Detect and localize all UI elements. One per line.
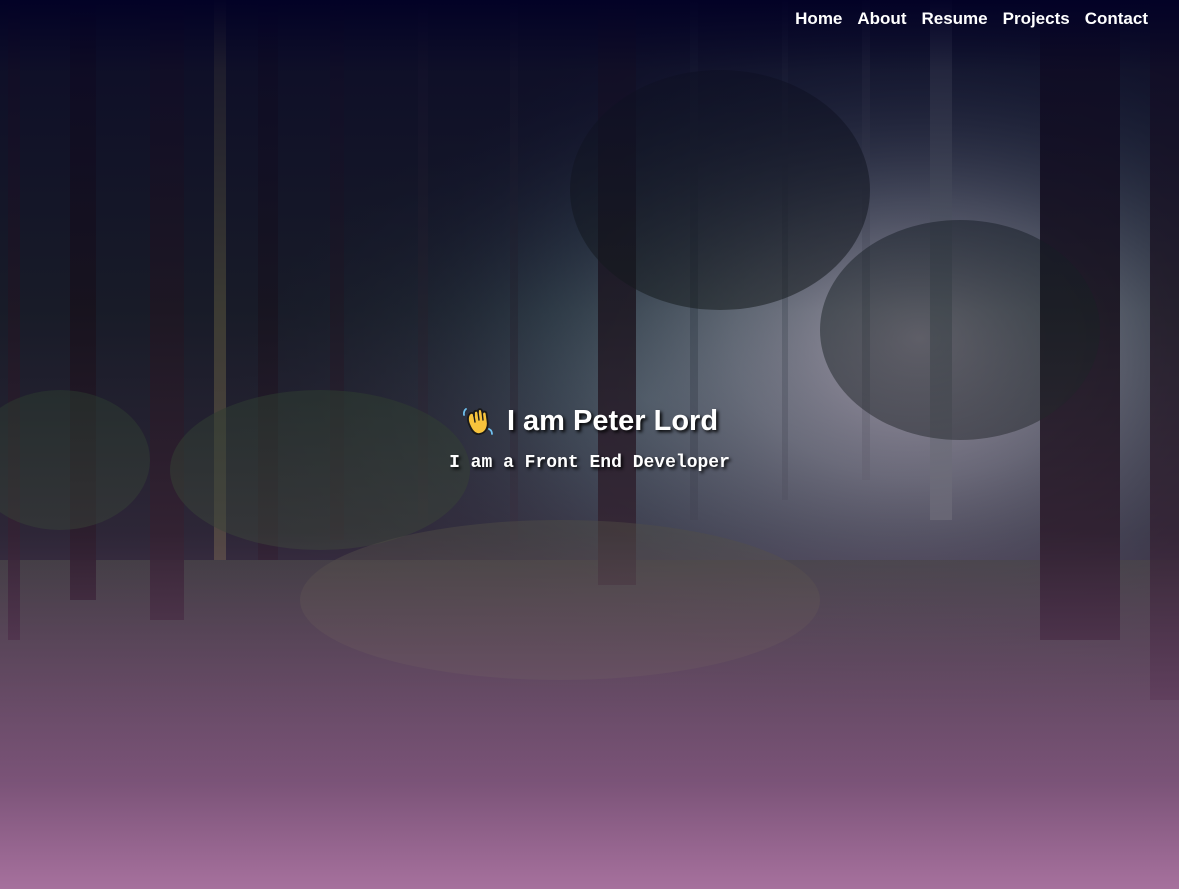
waving-hand-icon bbox=[462, 408, 493, 435]
hero-title: I am Peter Lord bbox=[461, 400, 718, 442]
top-navigation: Home About Resume Projects Contact bbox=[787, 8, 1155, 30]
intro-block: I am Peter Lord I am a Front End Develop… bbox=[0, 400, 1179, 475]
nav-link-contact[interactable]: Contact bbox=[1077, 8, 1155, 30]
hero-title-text: I am Peter Lord bbox=[506, 405, 719, 437]
hero-subtitle: I am a Front End Developer bbox=[449, 453, 730, 473]
nav-link-projects[interactable]: Projects bbox=[995, 8, 1077, 30]
nav-link-about[interactable]: About bbox=[849, 8, 913, 30]
nav-link-resume[interactable]: Resume bbox=[913, 8, 994, 30]
nav-link-home[interactable]: Home bbox=[787, 8, 849, 30]
